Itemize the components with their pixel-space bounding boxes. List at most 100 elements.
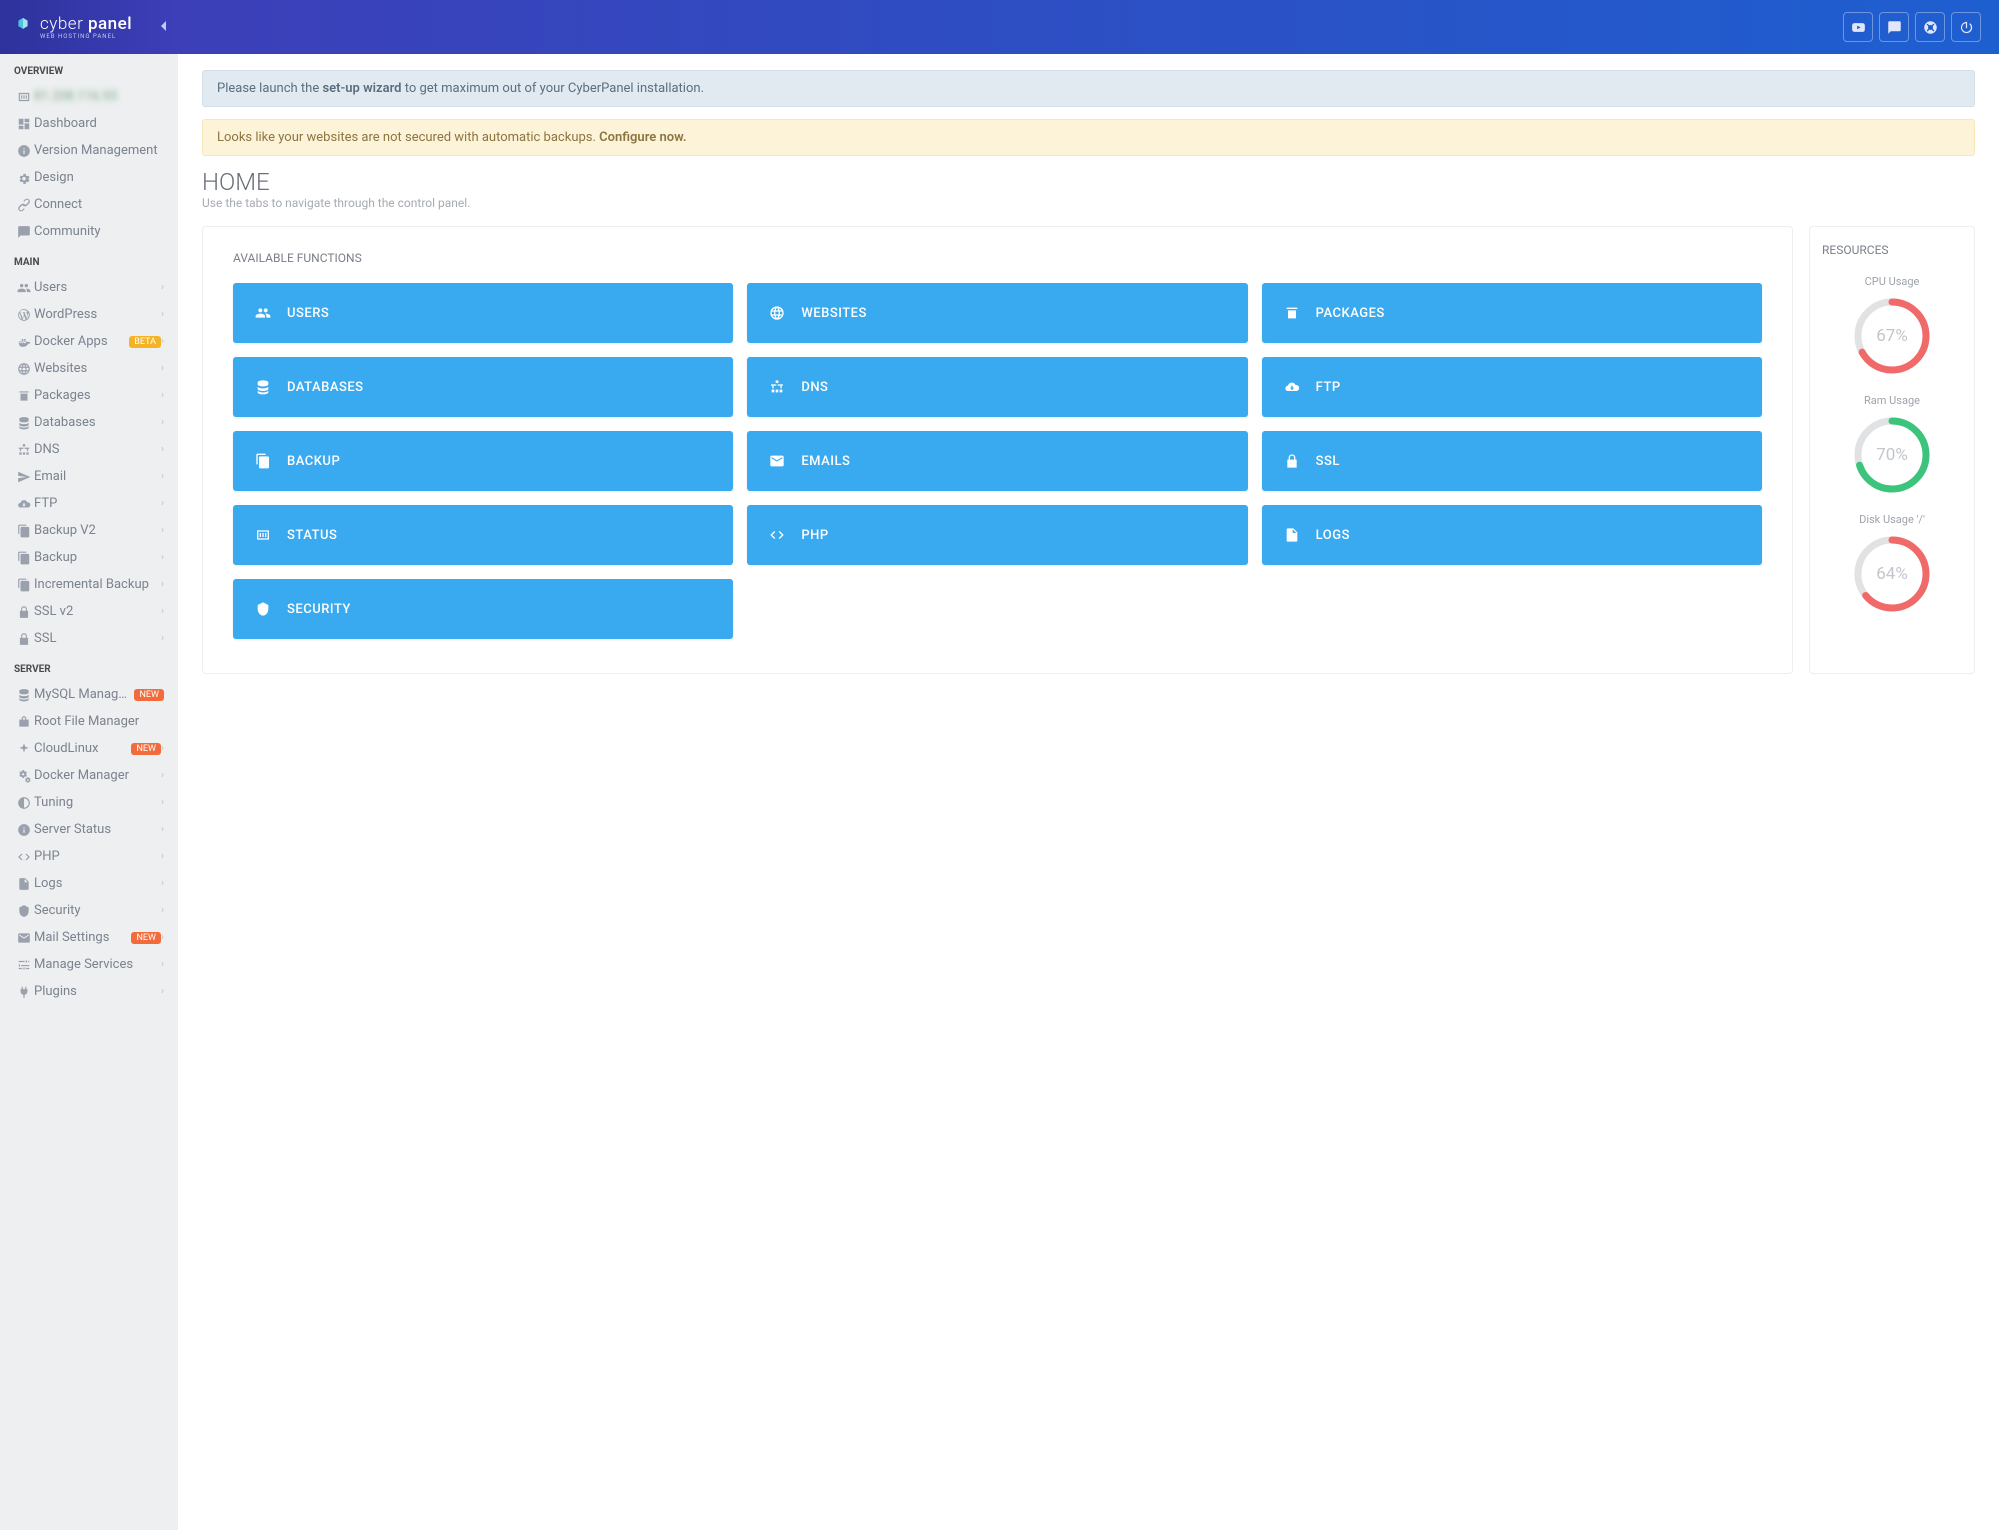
sliders-icon (14, 958, 34, 972)
function-card-ssl[interactable]: SSL (1262, 431, 1762, 491)
sidebar-item-backup[interactable]: Backup› (0, 544, 178, 571)
shield-icon (253, 601, 273, 617)
function-card-status[interactable]: STATUS (233, 505, 733, 565)
sidebar-item-label: Databases (34, 415, 161, 430)
topbar (178, 0, 1999, 54)
lock-icon (14, 605, 34, 619)
section-server-title: SERVER (0, 652, 178, 681)
sidebar-item-root-file-manager[interactable]: Root File Manager (0, 708, 178, 735)
sidebar-item-security[interactable]: Security› (0, 897, 178, 924)
gauge-disk: Disk Usage '/'64% (1822, 513, 1962, 614)
chevron-right-icon: › (161, 363, 164, 374)
sidebar-item-logs[interactable]: Logs› (0, 870, 178, 897)
sidebar-item-mail-settings[interactable]: Mail SettingsNEW› (0, 924, 178, 951)
function-card-databases[interactable]: DATABASES (233, 357, 733, 417)
topbar-support-button[interactable] (1915, 12, 1945, 42)
users-icon (14, 281, 34, 295)
sidebar-item-email[interactable]: Email› (0, 463, 178, 490)
chevron-right-icon: › (161, 417, 164, 428)
sidebar-item-ssl[interactable]: SSL› (0, 625, 178, 652)
status-icon (253, 527, 273, 543)
function-card-label: PHP (801, 528, 828, 543)
copy-icon (14, 551, 34, 565)
cloud-icon (14, 497, 34, 511)
resources-title: RESOURCES (1822, 243, 1962, 257)
copy-icon (14, 578, 34, 592)
sidebar-item-label: Users (34, 280, 161, 295)
brand-logo[interactable]: cyber panel WEB HOSTING PANEL (12, 14, 132, 40)
chevron-right-icon: › (161, 851, 164, 862)
cloud-icon (1282, 379, 1302, 395)
function-card-logs[interactable]: LOGS (1262, 505, 1762, 565)
sidebar-item-label: Design (34, 170, 164, 185)
function-card-users[interactable]: USERS (233, 283, 733, 343)
sidebar-item-design[interactable]: Design (0, 164, 178, 191)
sidebar-item-manage-services[interactable]: Manage Services› (0, 951, 178, 978)
function-card-websites[interactable]: WEBSITES (747, 283, 1247, 343)
sidebar-item-cloudlinux[interactable]: CloudLinuxNEW› (0, 735, 178, 762)
sidebar-item-server-status[interactable]: Server Status› (0, 816, 178, 843)
sidebar-item-websites[interactable]: Websites› (0, 355, 178, 382)
function-card-emails[interactable]: EMAILS (747, 431, 1247, 491)
sidebar-item-label: Docker Manager (34, 768, 161, 783)
gauge-cpu: CPU Usage67% (1822, 275, 1962, 376)
function-card-packages[interactable]: PACKAGES (1262, 283, 1762, 343)
file-icon (1282, 527, 1302, 543)
chevron-left-icon (160, 21, 168, 31)
sidebar-item-ftp[interactable]: FTP› (0, 490, 178, 517)
topbar-youtube-button[interactable] (1843, 12, 1873, 42)
chevron-right-icon: › (161, 390, 164, 401)
chevron-right-icon: › (161, 444, 164, 455)
chevron-right-icon: › (161, 633, 164, 644)
shield-icon (14, 904, 34, 918)
sidebar-item-dashboard[interactable]: Dashboard (0, 110, 178, 137)
chevron-right-icon: › (161, 905, 164, 916)
function-card-label: USERS (287, 306, 329, 321)
db-icon (253, 379, 273, 395)
sidebar-item-tuning[interactable]: Tuning› (0, 789, 178, 816)
sidebar-item-label: Packages (34, 388, 161, 403)
function-card-ftp[interactable]: FTP (1262, 357, 1762, 417)
logo-icon (12, 16, 34, 38)
cloudlinux-icon (14, 742, 34, 756)
setup-wizard-link[interactable]: set-up wizard (322, 81, 401, 96)
chevron-right-icon: › (161, 471, 164, 482)
sidebar-item-version-management[interactable]: Version Management (0, 137, 178, 164)
function-card-label: DNS (801, 380, 828, 395)
sidebar-item-users[interactable]: Users› (0, 274, 178, 301)
sidebar-item-ssl-v2[interactable]: SSL v2› (0, 598, 178, 625)
gauge-title: Disk Usage '/' (1822, 513, 1962, 526)
code-icon (14, 850, 34, 864)
sidebar-item-plugins[interactable]: Plugins› (0, 978, 178, 1005)
sidebar-item-dns[interactable]: DNS› (0, 436, 178, 463)
sidebar-item-label: Server Status (34, 822, 161, 837)
sidebar-item-php[interactable]: PHP› (0, 843, 178, 870)
function-card-dns[interactable]: DNS (747, 357, 1247, 417)
configure-backup-link[interactable]: Configure now. (599, 130, 686, 145)
sidebar-item-mysql-manager[interactable]: MySQL ManagerNEW (0, 681, 178, 708)
sidebar-item-wordpress[interactable]: WordPress› (0, 301, 178, 328)
archive-icon (1282, 305, 1302, 321)
function-card-label: WEBSITES (801, 306, 867, 321)
sidebar-item-backup-v2[interactable]: Backup V2› (0, 517, 178, 544)
function-card-security[interactable]: SECURITY (233, 579, 733, 639)
sidebar-item-packages[interactable]: Packages› (0, 382, 178, 409)
sidebar-item-connect[interactable]: Connect (0, 191, 178, 218)
laptop-icon (14, 90, 34, 104)
chevron-right-icon: › (161, 282, 164, 293)
chevron-right-icon: › (161, 552, 164, 563)
sidebar-item-databases[interactable]: Databases› (0, 409, 178, 436)
topbar-power-button[interactable] (1951, 12, 1981, 42)
sidebar-item-docker-manager[interactable]: Docker Manager› (0, 762, 178, 789)
sidebar-item-incremental-backup[interactable]: Incremental Backup› (0, 571, 178, 598)
topbar-chat-button[interactable] (1879, 12, 1909, 42)
sidebar-item-docker-apps[interactable]: Docker AppsBETA› (0, 328, 178, 355)
sidebar-item-label: Security (34, 903, 161, 918)
function-card-php[interactable]: PHP (747, 505, 1247, 565)
sidebar-collapse-button[interactable] (156, 18, 172, 34)
sidebar-item-ip[interactable]: 81.208.116.93 (0, 83, 178, 110)
function-card-backup[interactable]: BACKUP (233, 431, 733, 491)
sidebar-item-community[interactable]: Community (0, 218, 178, 245)
resources-panel: RESOURCES CPU Usage67%Ram Usage70%Disk U… (1809, 226, 1975, 674)
sidebar-item-label: Plugins (34, 984, 161, 999)
